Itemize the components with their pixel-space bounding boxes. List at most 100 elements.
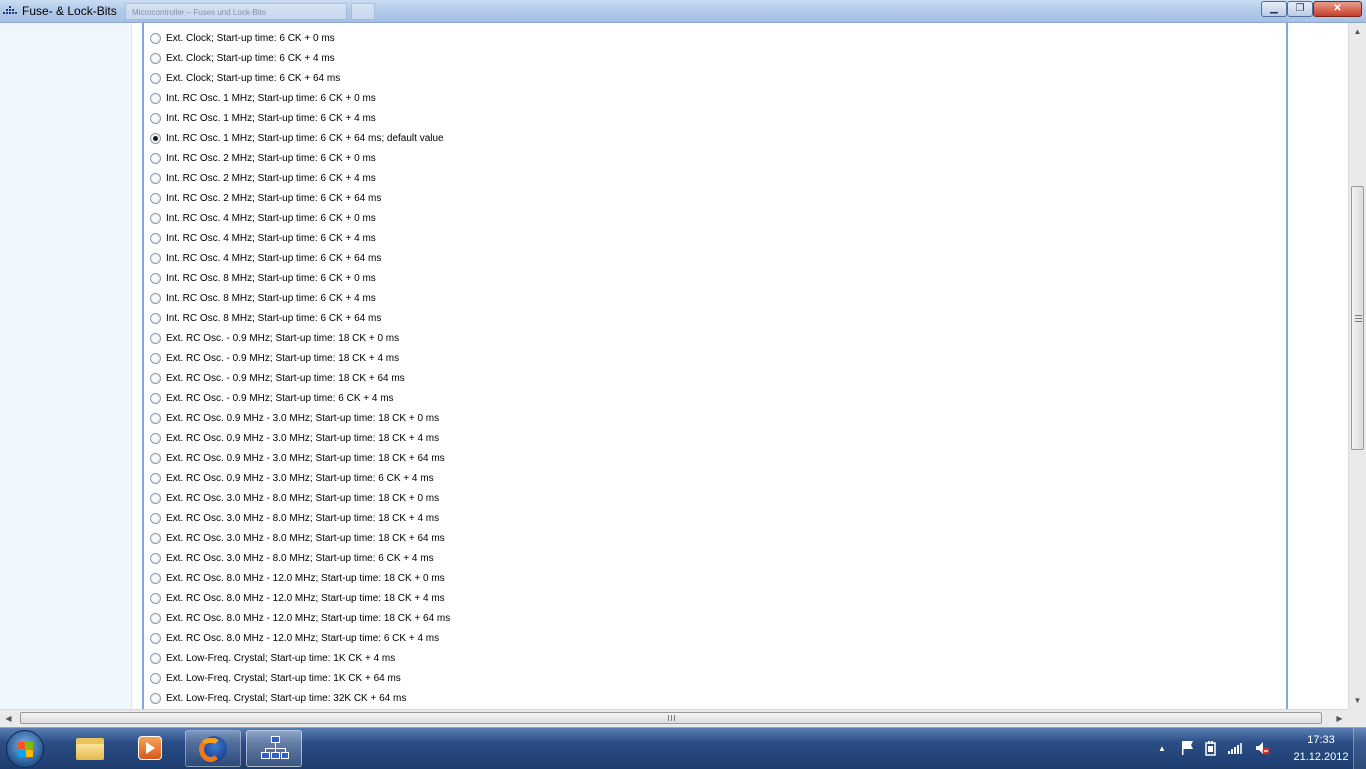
radio-button[interactable] (150, 353, 161, 364)
option-label[interactable]: Ext. Low-Freq. Crystal; Start-up time: 3… (166, 693, 406, 704)
clock-time[interactable]: 17:33 (1286, 734, 1356, 746)
radio-button[interactable] (150, 633, 161, 644)
radio-button[interactable] (150, 253, 161, 264)
horizontal-scroll-thumb[interactable] (20, 712, 1322, 724)
app-icon (3, 6, 17, 16)
radio-button[interactable] (150, 373, 161, 384)
radio-button[interactable] (150, 513, 161, 524)
option-label[interactable]: Ext. RC Osc. 8.0 MHz - 12.0 MHz; Start-u… (166, 633, 439, 644)
option-label[interactable]: Ext. RC Osc. - 0.9 MHz; Start-up time: 1… (166, 333, 399, 344)
show-desktop-button[interactable] (1353, 728, 1366, 769)
radio-button[interactable] (150, 533, 161, 544)
taskbar-firefox-button[interactable] (185, 730, 241, 767)
option-label[interactable]: Ext. RC Osc. 0.9 MHz - 3.0 MHz; Start-up… (166, 413, 439, 424)
option-label[interactable]: Ext. RC Osc. - 0.9 MHz; Start-up time: 6… (166, 393, 394, 404)
scroll-right-button[interactable]: ▶ (1331, 710, 1348, 727)
radio-button[interactable] (150, 73, 161, 84)
radio-button[interactable] (150, 93, 161, 104)
radio-button[interactable] (150, 213, 161, 224)
option-label[interactable]: Int. RC Osc. 8 MHz; Start-up time: 6 CK … (166, 273, 376, 284)
device-icon[interactable] (1204, 740, 1218, 756)
radio-button[interactable] (150, 553, 161, 564)
title-bar[interactable]: Fuse- & Lock-Bits Microcontroller – Fuse… (0, 0, 1366, 23)
radio-button[interactable] (150, 193, 161, 204)
maximize-button[interactable]: ❐ (1287, 1, 1313, 17)
radio-button[interactable] (150, 33, 161, 44)
radio-button[interactable] (150, 473, 161, 484)
network-icon (261, 736, 289, 762)
vertical-scroll-thumb[interactable] (1351, 186, 1364, 450)
radio-button[interactable] (150, 613, 161, 624)
radio-button[interactable] (150, 393, 161, 404)
radio-button[interactable] (150, 493, 161, 504)
option-label[interactable]: Ext. RC Osc. 3.0 MHz - 8.0 MHz; Start-up… (166, 513, 439, 524)
windows-logo-icon (18, 742, 34, 758)
radio-button-checked[interactable] (150, 133, 161, 144)
taskbar-network-app-button[interactable] (246, 730, 302, 767)
start-button[interactable] (6, 730, 44, 768)
vertical-scrollbar[interactable]: ▲ ▼ (1348, 23, 1366, 709)
volume-muted-icon[interactable] (1254, 740, 1270, 756)
option-label[interactable]: Ext. RC Osc. - 0.9 MHz; Start-up time: 1… (166, 353, 399, 364)
radio-button[interactable] (150, 673, 161, 684)
option-label[interactable]: Int. RC Osc. 2 MHz; Start-up time: 6 CK … (166, 193, 381, 204)
option-label[interactable]: Int. RC Osc. 4 MHz; Start-up time: 6 CK … (166, 213, 376, 224)
scroll-down-button[interactable]: ▼ (1349, 692, 1366, 709)
option-label[interactable]: Ext. RC Osc. 8.0 MHz - 12.0 MHz; Start-u… (166, 573, 445, 584)
clock-date[interactable]: 21.12.2012 (1281, 751, 1361, 763)
option-label[interactable]: Int. RC Osc. 1 MHz; Start-up time: 6 CK … (166, 113, 376, 124)
radio-button[interactable] (150, 653, 161, 664)
scroll-up-button[interactable]: ▲ (1349, 23, 1366, 40)
option-label[interactable]: Ext. RC Osc. 0.9 MHz - 3.0 MHz; Start-up… (166, 433, 439, 444)
option-label[interactable]: Int. RC Osc. 2 MHz; Start-up time: 6 CK … (166, 173, 376, 184)
option-label[interactable]: Ext. RC Osc. 8.0 MHz - 12.0 MHz; Start-u… (166, 613, 450, 624)
close-button[interactable]: ✕ (1313, 1, 1362, 17)
radio-button[interactable] (150, 173, 161, 184)
option-label[interactable]: Ext. RC Osc. 3.0 MHz - 8.0 MHz; Start-up… (166, 493, 439, 504)
scroll-left-button[interactable]: ◀ (0, 710, 17, 727)
radio-button[interactable] (150, 273, 161, 284)
radio-button[interactable] (150, 313, 161, 324)
grip-icon (668, 715, 675, 721)
option-label[interactable]: Ext. RC Osc. 0.9 MHz - 3.0 MHz; Start-up… (166, 473, 434, 484)
option-label[interactable]: Ext. RC Osc. 3.0 MHz - 8.0 MHz; Start-up… (166, 553, 434, 564)
option-label[interactable]: Ext. RC Osc. - 0.9 MHz; Start-up time: 1… (166, 373, 405, 384)
option-label[interactable]: Ext. Clock; Start-up time: 6 CK + 64 ms (166, 73, 340, 84)
option-label[interactable]: Ext. RC Osc. 0.9 MHz - 3.0 MHz; Start-up… (166, 453, 445, 464)
horizontal-scrollbar[interactable]: ◀ ▶ (0, 709, 1348, 727)
radio-button[interactable] (150, 593, 161, 604)
option-label[interactable]: Ext. Low-Freq. Crystal; Start-up time: 1… (166, 673, 401, 684)
option-label[interactable]: Int. RC Osc. 4 MHz; Start-up time: 6 CK … (166, 253, 381, 264)
radio-button[interactable] (150, 453, 161, 464)
radio-button[interactable] (150, 693, 161, 704)
background-window-tab: Microcontroller – Fuses und Lock-Bits (125, 3, 347, 20)
radio-button[interactable] (150, 413, 161, 424)
flag-icon[interactable] (1181, 740, 1195, 756)
option-label[interactable]: Ext. Low-Freq. Crystal; Start-up time: 1… (166, 653, 395, 664)
radio-button[interactable] (150, 113, 161, 124)
option-label[interactable]: Int. RC Osc. 2 MHz; Start-up time: 6 CK … (166, 153, 376, 164)
option-label[interactable]: Ext. RC Osc. 3.0 MHz - 8.0 MHz; Start-up… (166, 533, 445, 544)
option-label[interactable]: Int. RC Osc. 8 MHz; Start-up time: 6 CK … (166, 313, 381, 324)
taskbar-media-player-button[interactable] (122, 730, 178, 767)
radio-button[interactable] (150, 433, 161, 444)
option-label[interactable]: Int. RC Osc. 1 MHz; Start-up time: 6 CK … (166, 93, 376, 104)
radio-button[interactable] (150, 293, 161, 304)
option-label[interactable]: Int. RC Osc. 8 MHz; Start-up time: 6 CK … (166, 293, 376, 304)
radio-button[interactable] (150, 573, 161, 584)
media-player-icon (136, 735, 164, 761)
radio-button[interactable] (150, 153, 161, 164)
radio-button[interactable] (150, 333, 161, 344)
signal-icon[interactable] (1227, 741, 1243, 755)
background-window-button (351, 3, 375, 20)
taskbar-explorer-button[interactable] (62, 730, 118, 767)
minimize-button[interactable]: ▁ (1261, 1, 1287, 17)
option-label[interactable]: Ext. Clock; Start-up time: 6 CK + 4 ms (166, 53, 335, 64)
option-label[interactable]: Int. RC Osc. 4 MHz; Start-up time: 6 CK … (166, 233, 376, 244)
option-label[interactable]: Int. RC Osc. 1 MHz; Start-up time: 6 CK … (166, 133, 444, 144)
radio-button[interactable] (150, 53, 161, 64)
radio-button[interactable] (150, 233, 161, 244)
option-label[interactable]: Ext. Clock; Start-up time: 6 CK + 0 ms (166, 33, 335, 44)
option-label[interactable]: Ext. RC Osc. 8.0 MHz - 12.0 MHz; Start-u… (166, 593, 445, 604)
show-hidden-icons-button[interactable]: ▲ (1158, 744, 1166, 753)
